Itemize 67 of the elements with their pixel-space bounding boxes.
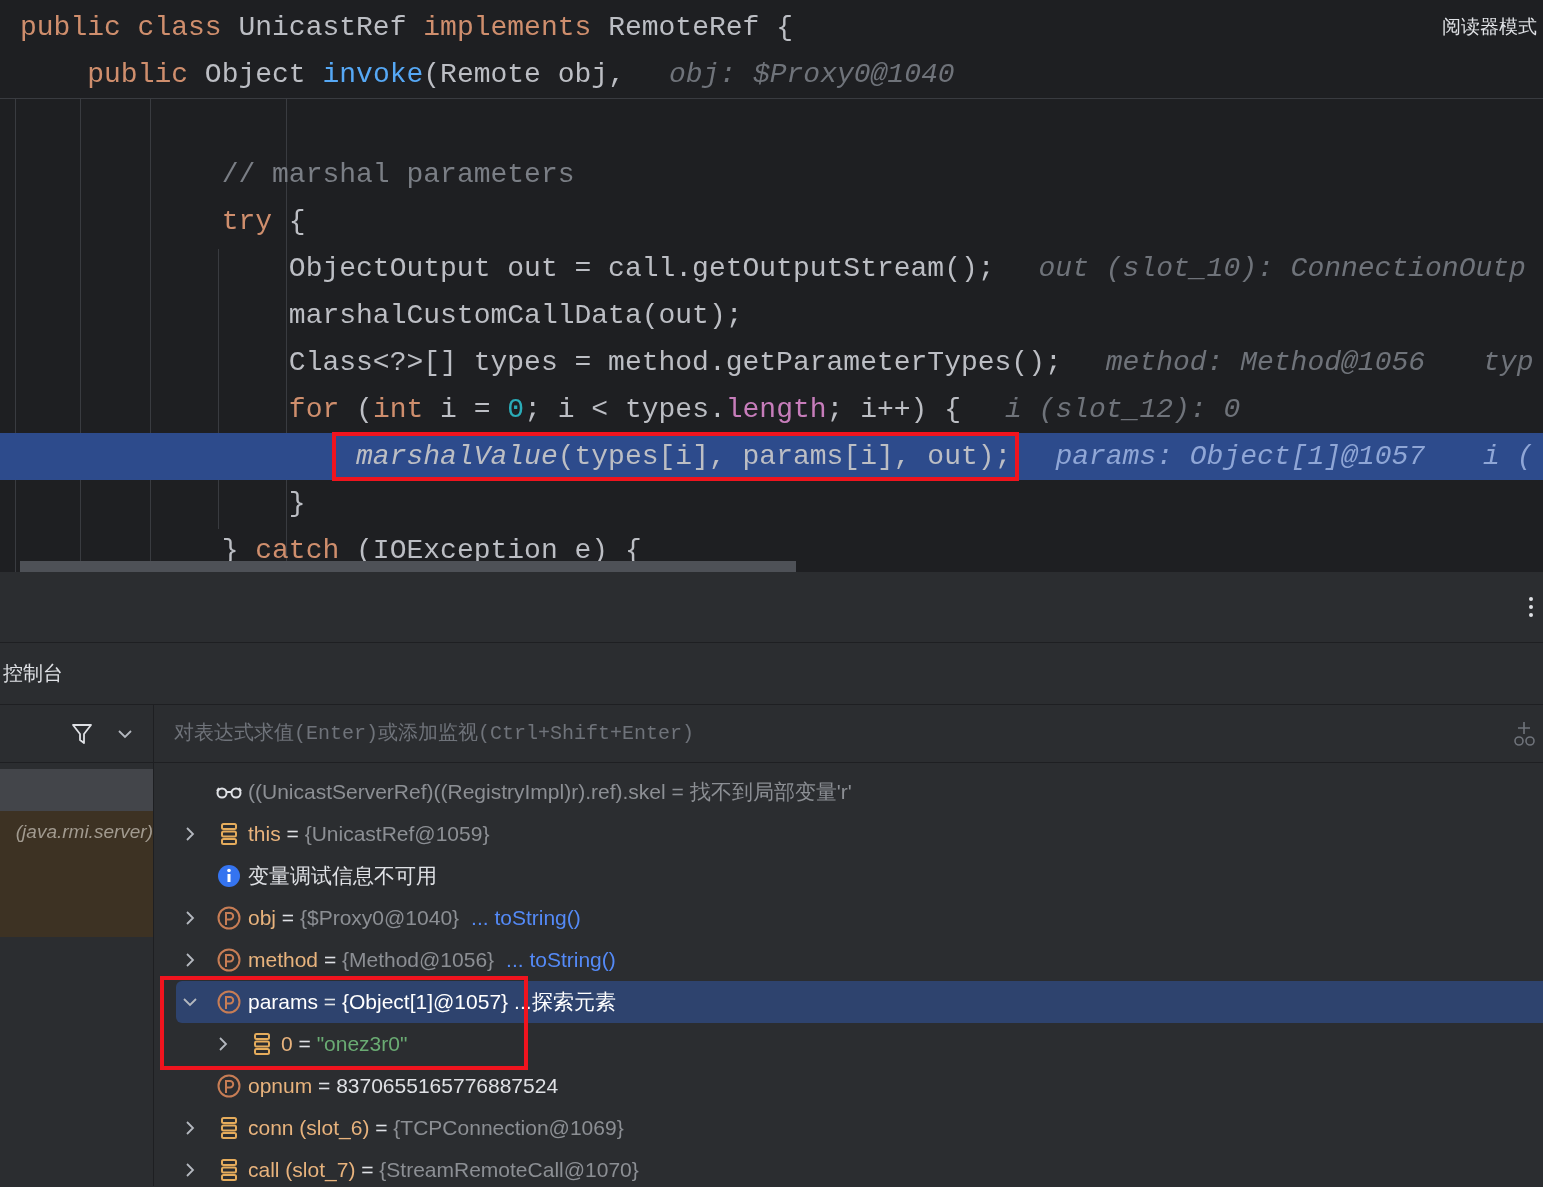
- variable-value: {Method@1056}: [342, 948, 495, 972]
- equals-sign: =: [280, 906, 296, 930]
- console-tab[interactable]: 控制台: [0, 660, 63, 687]
- equals-sign: =: [317, 1074, 332, 1098]
- code-line: }: [288, 488, 306, 519]
- variable-name: 变量调试信息不可用: [248, 863, 437, 889]
- variable-name: ((UnicastServerRef)((RegistryImpl)r).ref).skel: [248, 780, 666, 804]
- equals-sign: =: [374, 1116, 389, 1140]
- code-line: marshalCustomCallData(out);: [288, 300, 743, 331]
- code-line: ObjectOutput out = call.getOutputStream();: [288, 253, 995, 284]
- equals-sign: =: [322, 990, 338, 1014]
- expression-field[interactable]: 对表达式求值(Enter)或添加监视(Ctrl+Shift+Enter): [154, 704, 1511, 763]
- variable-row[interactable]: ((UnicastServerRef)((RegistryImpl)r).ref).skel = 找不到局部变量'r': [176, 771, 1543, 813]
- inline-hint: out (slot_10): ConnectionOutp: [1038, 253, 1526, 284]
- variable-row[interactable]: obj = {$Proxy0@1040} ... toString(): [176, 897, 1543, 939]
- equals-sign: =: [670, 780, 685, 804]
- variable-name: obj: [248, 906, 277, 930]
- inline-hint: params: Object[1]@1057: [1055, 441, 1426, 472]
- code-line: try {: [221, 206, 306, 237]
- code-line: public Object invoke(Remote obj,: [87, 59, 625, 90]
- variable-value: {UnicastRef@1059}: [304, 822, 490, 846]
- code-line: public class UnicastRef implements RemoteRef {: [20, 12, 793, 43]
- variable-name: conn (slot_6): [248, 1116, 370, 1140]
- variable-name: params: [248, 990, 319, 1014]
- value-action-link[interactable]: ... toString(): [471, 906, 581, 930]
- equals-sign: =: [360, 1158, 375, 1182]
- variable-row[interactable]: 0 = "onez3r0": [176, 1023, 1543, 1065]
- inline-hint: obj: $Proxy0@1040: [668, 59, 955, 90]
- variable-value: "onez3r0": [316, 1032, 408, 1056]
- plus-glasses-icon[interactable]: [1511, 720, 1537, 747]
- variable-row[interactable]: method = {Method@1056} ... toString(): [176, 939, 1543, 981]
- inline-hint: method: Method@1056: [1105, 347, 1426, 378]
- glasses-icon: [214, 785, 244, 799]
- inline-hint: i (: [1483, 441, 1534, 472]
- equals-sign: =: [297, 1032, 312, 1056]
- variable-name: this: [248, 822, 281, 846]
- variable-row[interactable]: opnum = 8370655165776887524: [176, 1065, 1543, 1107]
- inline-hint: i (slot_12): 0: [1005, 394, 1241, 425]
- variable-value: {Object[1]@1057}: [341, 990, 509, 1014]
- variable-value: {$Proxy0@1040}: [299, 906, 460, 930]
- variable-name: call (slot_7): [248, 1158, 356, 1182]
- variable-row[interactable]: 变量调试信息不可用: [176, 855, 1543, 897]
- value-action-link[interactable]: ...探索元素: [514, 988, 616, 1016]
- value-action-link[interactable]: ... toString(): [506, 948, 616, 972]
- variable-value: 8370655165776887524: [336, 1074, 559, 1098]
- variable-value: 找不到局部变量'r': [689, 779, 852, 805]
- variable-name: opnum: [248, 1074, 313, 1098]
- variable-name: 0: [281, 1032, 293, 1056]
- variable-value: {StreamRemoteCall@1070}: [379, 1158, 639, 1182]
- variable-row[interactable]: call (slot_7) = {StreamRemoteCall@1070}: [176, 1149, 1543, 1186]
- code-line: // marshal parameters: [221, 159, 575, 190]
- variable-row[interactable]: this = {UnicastRef@1059}: [176, 813, 1543, 855]
- variable-row[interactable]: params = {Object[1]@1057} ...探索元素: [176, 981, 1543, 1023]
- more-options-icon[interactable]: [1529, 597, 1533, 617]
- inline-hint: typ: [1483, 347, 1534, 378]
- filter-icon[interactable]: [71, 722, 93, 745]
- horizontal-scrollbar[interactable]: [20, 561, 796, 572]
- stack-frame[interactable]: (java.rmi.server): [0, 811, 153, 937]
- variable-name: method: [248, 948, 319, 972]
- code-line: for (int i = 0; i < types.length; i++) {: [288, 394, 961, 425]
- code-line: marshalValue(types[i], params[i], out);: [356, 441, 1012, 472]
- code-line: Class<?>[] types = method.getParameterTypes();: [288, 347, 1062, 378]
- variable-row[interactable]: conn (slot_6) = {TCPConnection@1069}: [176, 1107, 1543, 1149]
- equals-sign: =: [285, 822, 300, 846]
- equals-sign: =: [322, 948, 338, 972]
- variable-value: {TCPConnection@1069}: [393, 1116, 624, 1140]
- reader-mode-link[interactable]: 阅读器模式: [1442, 14, 1537, 40]
